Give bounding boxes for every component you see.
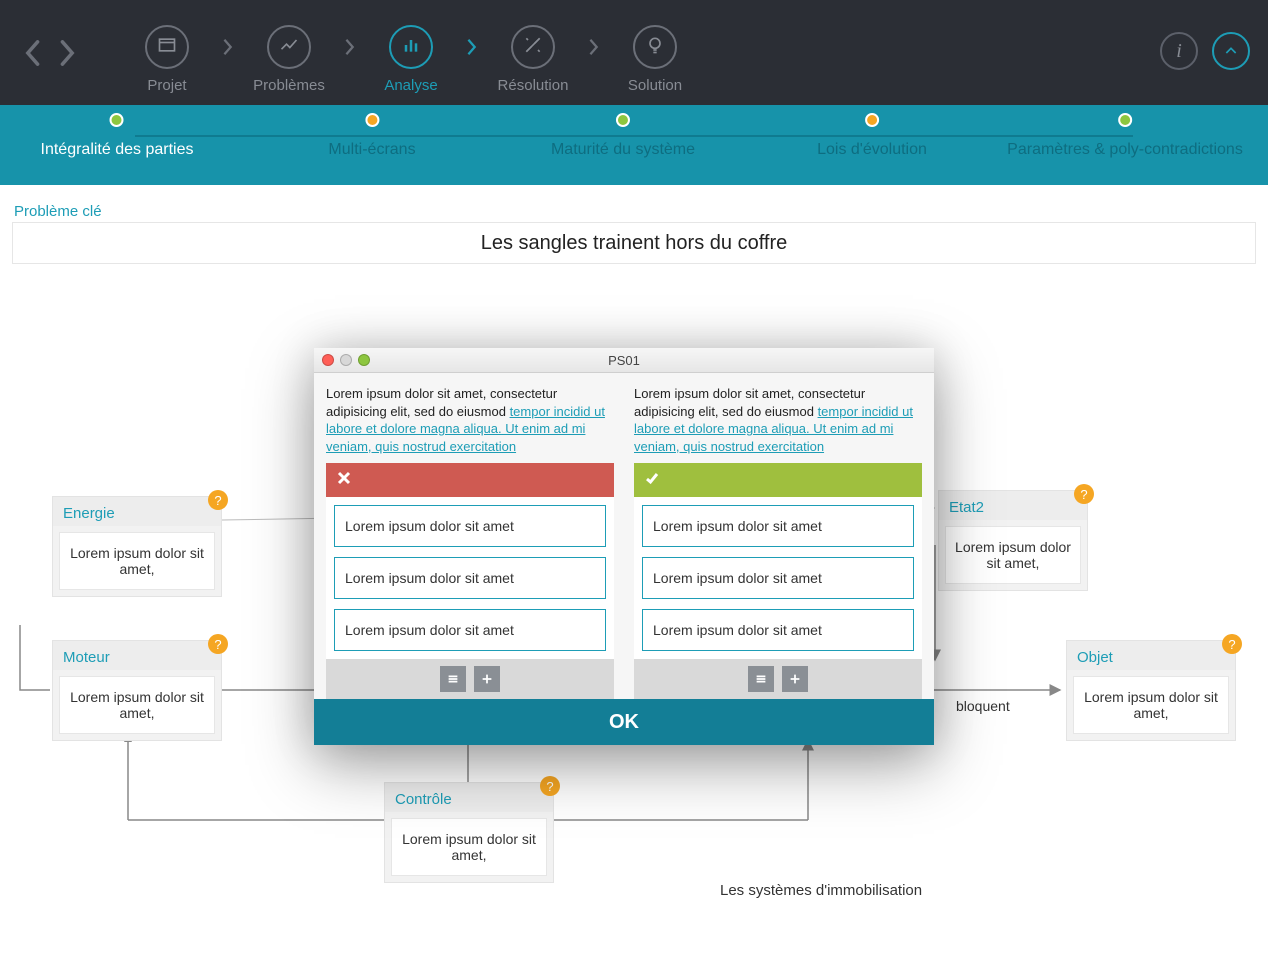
- reorder-button[interactable]: [440, 666, 466, 692]
- add-button[interactable]: [782, 666, 808, 692]
- help-icon[interactable]: ?: [1074, 484, 1094, 504]
- breadcrumb-label: Solution: [628, 77, 682, 94]
- window-icon: [157, 35, 177, 60]
- cross-icon: [336, 470, 352, 491]
- node-title: Objet: [1067, 641, 1235, 670]
- check-icon: [644, 470, 660, 491]
- collapse-button[interactable]: [1212, 32, 1250, 70]
- top-header: Projet Problèmes Analyse Résolution Solu…: [0, 0, 1268, 105]
- reorder-button[interactable]: [748, 666, 774, 692]
- window-minimize-icon[interactable]: [340, 354, 352, 366]
- node-title: Energie: [53, 497, 221, 526]
- node-objet[interactable]: Objet Lorem ipsum dolor sit amet, ?: [1066, 640, 1236, 741]
- modal-text: Lorem ipsum dolor sit amet, consectetur …: [634, 385, 922, 455]
- breadcrumb-projet[interactable]: Projet: [112, 11, 222, 94]
- list-item[interactable]: Lorem ipsum dolor sit amet: [334, 505, 606, 547]
- breadcrumb-analyse[interactable]: Analyse: [356, 11, 466, 94]
- problem-title: Problème clé: [12, 197, 1256, 222]
- breadcrumb-label: Projet: [147, 77, 186, 94]
- node-energie[interactable]: Energie Lorem ipsum dolor sit amet, ?: [52, 496, 222, 597]
- node-body: Lorem ipsum dolor sit amet,: [1073, 676, 1229, 734]
- subnav-integralite[interactable]: Intégralité des parties: [41, 113, 194, 159]
- breadcrumb-label: Résolution: [498, 77, 569, 94]
- subnav-label: Maturité du système: [551, 141, 695, 159]
- problem-value[interactable]: Les sangles trainent hors du coffre: [12, 222, 1256, 264]
- subnav-label: Intégralité des parties: [41, 141, 194, 159]
- footer-label: Les systèmes d'immobilisation: [720, 882, 922, 899]
- modal-text: Lorem ipsum dolor sit amet, consectetur …: [326, 385, 614, 455]
- node-title: Etat2: [939, 491, 1087, 520]
- modal-col-negative: Lorem ipsum dolor sit amet, consectetur …: [326, 385, 614, 699]
- node-title: Contrôle: [385, 783, 553, 812]
- subnav-lois[interactable]: Lois d'évolution: [817, 113, 927, 159]
- breadcrumb-label: Problèmes: [253, 77, 325, 94]
- subnav-parametres[interactable]: Paramètres & poly-contradictions: [1007, 113, 1243, 159]
- problem-box: Problème clé Les sangles trainent hors d…: [12, 197, 1256, 264]
- node-moteur[interactable]: Moteur Lorem ipsum dolor sit amet, ?: [52, 640, 222, 741]
- help-icon[interactable]: ?: [208, 490, 228, 510]
- tools-icon: [523, 35, 543, 60]
- modal-title: PS01: [608, 353, 640, 368]
- breadcrumb-solution[interactable]: Solution: [600, 11, 710, 94]
- breadcrumb-label: Analyse: [384, 77, 437, 94]
- nav-back-button[interactable]: [18, 39, 46, 67]
- breadcrumb: Projet Problèmes Analyse Résolution Solu…: [112, 11, 710, 94]
- list-item[interactable]: Lorem ipsum dolor sit amet: [334, 609, 606, 651]
- add-button[interactable]: [474, 666, 500, 692]
- subnav-label: Lois d'évolution: [817, 141, 927, 159]
- bulb-icon: [645, 35, 665, 60]
- list-item[interactable]: Lorem ipsum dolor sit amet: [334, 557, 606, 599]
- help-icon[interactable]: ?: [208, 634, 228, 654]
- window-zoom-icon[interactable]: [358, 354, 370, 366]
- list-item[interactable]: Lorem ipsum dolor sit amet: [642, 505, 914, 547]
- list-item[interactable]: Lorem ipsum dolor sit amet: [642, 557, 914, 599]
- sub-nav: Intégralité des parties Multi-écrans Mat…: [0, 105, 1268, 185]
- subnav-multiecrans[interactable]: Multi-écrans: [328, 113, 415, 159]
- modal: PS01 Lorem ipsum dolor sit amet, consect…: [314, 348, 934, 745]
- trend-icon: [279, 35, 299, 60]
- negative-strip: [326, 463, 614, 497]
- bars-icon: [401, 35, 421, 60]
- modal-col-positive: Lorem ipsum dolor sit amet, consectetur …: [634, 385, 922, 699]
- window-close-icon[interactable]: [322, 354, 334, 366]
- breadcrumb-resolution[interactable]: Résolution: [478, 11, 588, 94]
- info-button[interactable]: i: [1160, 32, 1198, 70]
- node-body: Lorem ipsum dolor sit amet,: [59, 676, 215, 734]
- ok-button[interactable]: OK: [314, 699, 934, 745]
- subnav-label: Paramètres & poly-contradictions: [1007, 141, 1243, 159]
- subnav-maturite[interactable]: Maturité du système: [551, 113, 695, 159]
- node-body: Lorem ipsum dolor sit amet,: [59, 532, 215, 590]
- edge-label: bloquent: [956, 698, 1010, 714]
- breadcrumb-problemes[interactable]: Problèmes: [234, 11, 344, 94]
- help-icon[interactable]: ?: [1222, 634, 1242, 654]
- positive-strip: [634, 463, 922, 497]
- nav-forward-button[interactable]: [54, 39, 82, 67]
- node-title: Moteur: [53, 641, 221, 670]
- modal-titlebar[interactable]: PS01: [314, 348, 934, 373]
- node-body: Lorem ipsum dolor sit amet,: [391, 818, 547, 876]
- node-body: Lorem ipsum dolor sit amet,: [945, 526, 1081, 584]
- subnav-label: Multi-écrans: [328, 141, 415, 159]
- node-etat2[interactable]: Etat2 Lorem ipsum dolor sit amet, ?: [938, 490, 1088, 591]
- node-controle[interactable]: Contrôle Lorem ipsum dolor sit amet, ?: [384, 782, 554, 883]
- help-icon[interactable]: ?: [540, 776, 560, 796]
- list-item[interactable]: Lorem ipsum dolor sit amet: [642, 609, 914, 651]
